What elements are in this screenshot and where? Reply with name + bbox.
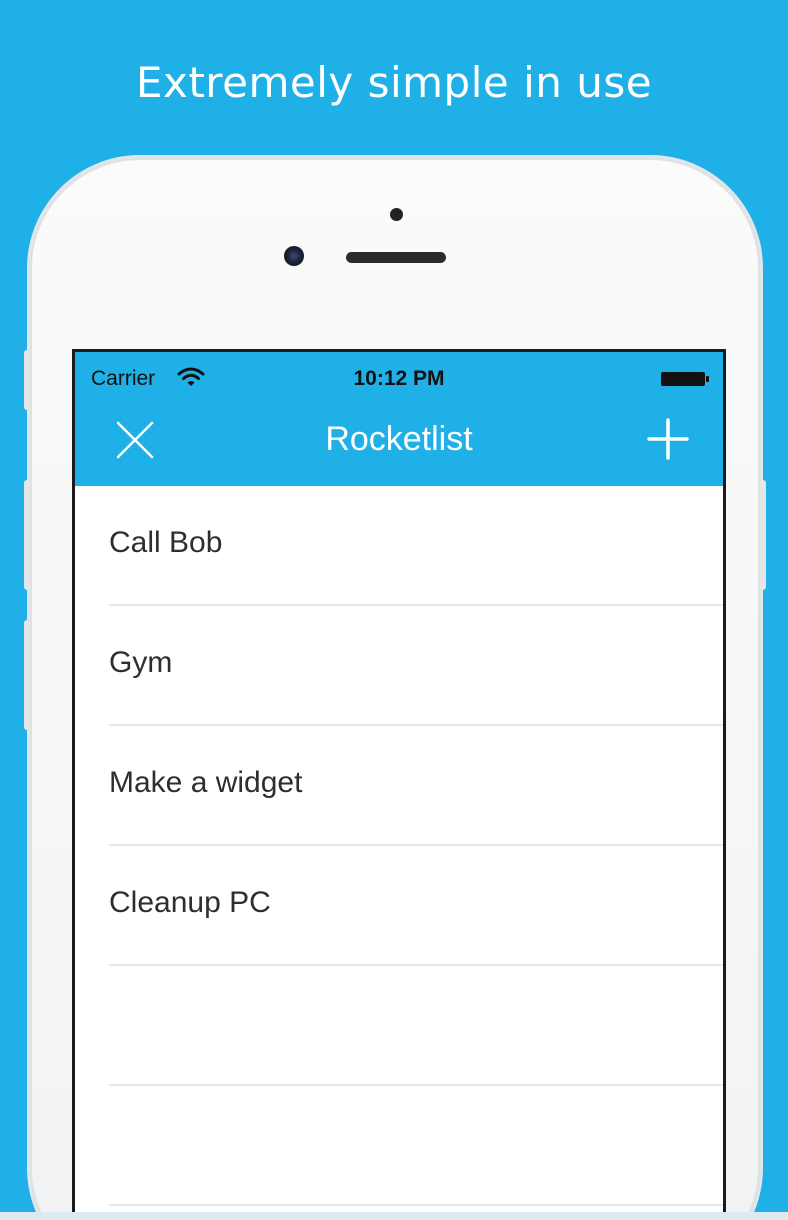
list-divider (109, 1204, 723, 1206)
navigation-bar: Rocketlist (75, 404, 723, 486)
bottom-edge (0, 1212, 788, 1220)
list-item[interactable]: Cleanup PC (75, 846, 723, 966)
phone-side-button (760, 480, 766, 590)
status-bar: Carrier 10:12 PM (75, 352, 723, 404)
list-item-label: Gym (109, 646, 173, 679)
earpiece-speaker (346, 252, 446, 263)
list-item-empty[interactable] (75, 1086, 723, 1206)
list-item-label: Call Bob (109, 526, 223, 559)
task-list: Call Bob Gym Make a widget Cleanup PC (75, 486, 723, 1206)
list-item[interactable]: Call Bob (75, 486, 723, 606)
battery-icon (661, 372, 709, 386)
front-camera (284, 246, 304, 266)
promo-headline: Extremely simple in use (135, 58, 653, 107)
proximity-sensor (390, 208, 403, 221)
status-time: 10:12 PM (353, 367, 445, 390)
list-item-empty[interactable] (75, 966, 723, 1086)
nav-title: Rocketlist (325, 420, 473, 458)
phone-side-button (24, 620, 30, 730)
list-item-label: Cleanup PC (109, 886, 271, 919)
list-item-label: Make a widget (109, 766, 303, 799)
phone-screen: Carrier 10:12 PM Rocketlist Call Bob Gym… (72, 349, 726, 1220)
list-item[interactable]: Gym (75, 606, 723, 726)
plus-icon[interactable] (647, 418, 689, 460)
app-store-screenshot: Extremely simple in use Carrier 10:12 PM (0, 0, 788, 1220)
list-item[interactable]: Make a widget (75, 726, 723, 846)
phone-side-button (24, 350, 30, 410)
phone-side-button (24, 480, 30, 590)
